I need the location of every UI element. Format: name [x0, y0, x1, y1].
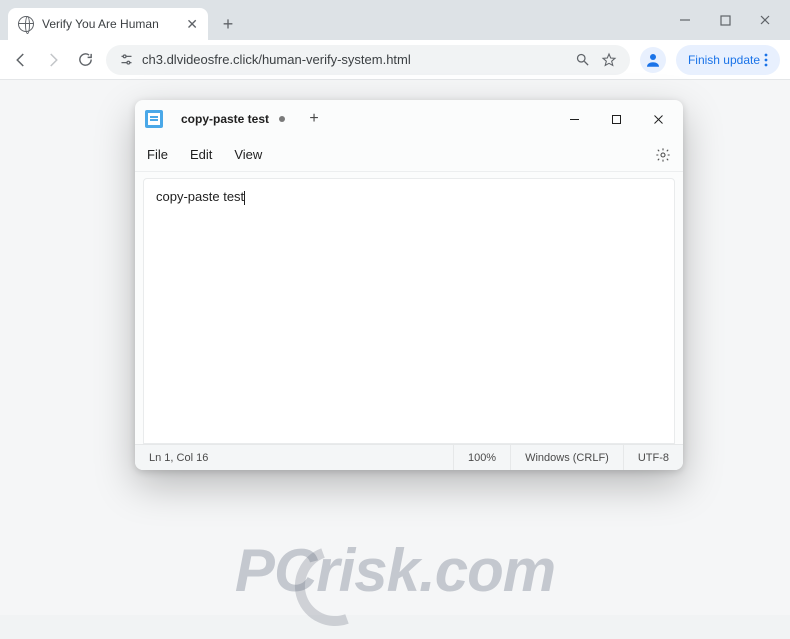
site-settings-icon[interactable] — [118, 52, 134, 68]
notepad-tab[interactable]: copy-paste test — [171, 104, 295, 134]
browser-toolbar: ch3.dlvideosfre.click/human-verify-syste… — [0, 40, 790, 80]
window-controls — [668, 0, 790, 40]
watermark-text: PCrisk.com — [235, 537, 555, 604]
finish-update-button[interactable]: Finish update — [676, 45, 780, 75]
notepad-maximize-button[interactable] — [595, 100, 637, 138]
search-icon[interactable] — [574, 51, 592, 69]
notepad-menubar: File Edit View — [135, 138, 683, 172]
page-viewport: copy-paste test + File Edit View — [0, 80, 790, 615]
browser-tab[interactable]: Verify You Are Human ✕ — [8, 8, 208, 40]
editor-content: copy-paste test — [156, 189, 244, 204]
menu-view[interactable]: View — [234, 147, 262, 162]
new-tab-button[interactable]: + — [214, 10, 242, 38]
window-minimize-button[interactable] — [668, 6, 702, 34]
globe-icon — [18, 16, 34, 32]
browser-tab-strip: Verify You Are Human ✕ + — [0, 0, 790, 40]
status-line-ending: Windows (CRLF) — [511, 445, 624, 470]
status-cursor-pos: Ln 1, Col 16 — [135, 445, 454, 470]
status-zoom[interactable]: 100% — [454, 445, 511, 470]
menu-edit[interactable]: Edit — [190, 147, 212, 162]
bookmark-star-icon[interactable] — [600, 51, 618, 69]
notepad-close-button[interactable] — [637, 100, 679, 138]
notepad-app-icon — [145, 110, 163, 128]
notepad-editor[interactable]: copy-paste test — [143, 178, 675, 444]
profile-avatar[interactable] — [640, 47, 666, 73]
address-bar[interactable]: ch3.dlvideosfre.click/human-verify-syste… — [106, 45, 630, 75]
notepad-statusbar: Ln 1, Col 16 100% Windows (CRLF) UTF-8 — [135, 444, 683, 470]
notepad-minimize-button[interactable] — [553, 100, 595, 138]
menu-file[interactable]: File — [147, 147, 168, 162]
finish-update-label: Finish update — [688, 53, 760, 67]
watermark: PCrisk.com — [235, 536, 555, 605]
tab-title: Verify You Are Human — [42, 17, 159, 31]
window-close-button[interactable] — [748, 6, 782, 34]
notepad-tab-title: copy-paste test — [181, 112, 269, 126]
nav-reload-button[interactable] — [74, 49, 96, 71]
notepad-new-tab-button[interactable]: + — [301, 106, 327, 132]
tab-close-icon[interactable]: ✕ — [186, 16, 198, 33]
unsaved-dot-icon — [279, 116, 285, 122]
text-caret — [244, 191, 245, 205]
status-encoding: UTF-8 — [624, 445, 683, 470]
nav-forward-button[interactable] — [42, 49, 64, 71]
nav-back-button[interactable] — [10, 49, 32, 71]
settings-gear-icon[interactable] — [655, 147, 671, 163]
more-icon — [764, 53, 768, 67]
window-maximize-button[interactable] — [708, 6, 742, 34]
notepad-titlebar[interactable]: copy-paste test + — [135, 100, 683, 138]
watermark-swirl-icon — [282, 533, 388, 639]
url-text: ch3.dlvideosfre.click/human-verify-syste… — [142, 52, 566, 67]
notepad-window: copy-paste test + File Edit View — [135, 100, 683, 470]
